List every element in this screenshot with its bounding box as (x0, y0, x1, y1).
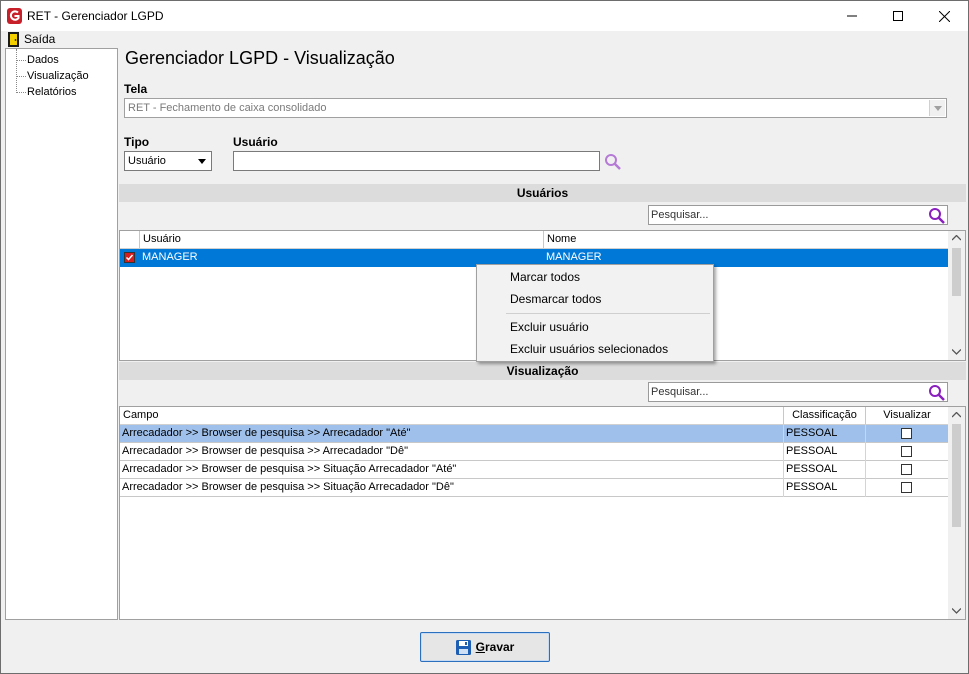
cell-classificacao: PESSOAL (784, 479, 866, 497)
checkmark-icon (125, 253, 134, 262)
visualizacao-scrollbar[interactable] (948, 407, 965, 619)
maximize-button[interactable] (875, 1, 921, 31)
menu-exit[interactable]: Saída (3, 31, 56, 48)
tree-item-label: Visualização (27, 70, 89, 82)
menu-item-marcar-todos[interactable]: Marcar todos (478, 266, 712, 288)
table-row[interactable]: Arrecadador >> Browser de pesquisa >> Si… (120, 479, 948, 497)
scroll-down-icon[interactable] (952, 349, 961, 355)
scroll-up-icon[interactable] (952, 412, 961, 418)
menu-item-excluir-usuario[interactable]: Excluir usuário (478, 316, 712, 338)
navigation-tree: Dados Visualização Relatórios (5, 48, 118, 620)
cell-classificacao: PESSOAL (784, 443, 866, 461)
usuarios-scrollbar[interactable] (948, 231, 965, 360)
tela-select-value: RET - Fechamento de caixa consolidado (128, 102, 327, 114)
tree-item-dados[interactable]: Dados (6, 52, 116, 68)
table-row[interactable]: Arrecadador >> Browser de pesquisa >> Ar… (120, 443, 948, 461)
visualizar-checkbox[interactable] (901, 482, 912, 493)
visualizacao-table-header: Campo Classificação Visualizar (120, 407, 948, 425)
usuarios-section-header: Usuários (119, 184, 966, 202)
tipo-label: Tipo (124, 135, 150, 149)
tree-item-label: Dados (27, 54, 59, 66)
save-button-label: Gravar (475, 640, 515, 654)
page-title: Gerenciador LGPD - Visualização (125, 48, 395, 68)
visualizar-checkbox[interactable] (901, 464, 912, 475)
cell-visualizar (866, 443, 948, 461)
chevron-down-icon (933, 105, 942, 111)
menu-bar: Saída (1, 31, 968, 48)
table-row[interactable]: Arrecadador >> Browser de pesquisa >> Ar… (120, 425, 948, 443)
table-row[interactable]: Arrecadador >> Browser de pesquisa >> Si… (120, 461, 948, 479)
scroll-thumb[interactable] (952, 424, 961, 527)
app-g-icon (7, 8, 22, 24)
visualizacao-table: Campo Classificação Visualizar Arrecadad… (119, 406, 966, 620)
checkbox-column-header[interactable] (120, 231, 140, 248)
tree-item-relatorios[interactable]: Relatórios (6, 84, 116, 100)
visualizar-checkbox[interactable] (901, 446, 912, 457)
visualizacao-search-placeholder: Pesquisar... (651, 386, 709, 398)
search-icon[interactable] (928, 384, 946, 401)
exit-door-icon (8, 32, 19, 47)
window-title: RET - Gerenciador LGPD (27, 9, 164, 23)
column-header-visualizar[interactable]: Visualizar (866, 407, 948, 424)
minimize-button[interactable] (829, 1, 875, 31)
tipo-select-value: Usuário (128, 155, 166, 167)
column-header-campo[interactable]: Campo (120, 407, 784, 424)
tela-dropdown-button[interactable] (929, 100, 945, 116)
floppy-disk-icon (455, 639, 471, 655)
scroll-up-icon[interactable] (952, 235, 961, 241)
close-icon (938, 10, 950, 22)
usuarios-search-placeholder: Pesquisar... (651, 209, 709, 221)
cell-visualizar (866, 461, 948, 479)
maximize-icon (893, 11, 903, 21)
visualizacao-section-header: Visualização (119, 362, 966, 380)
menu-exit-label: Saída (24, 32, 56, 46)
tela-label: Tela (124, 82, 148, 96)
scroll-down-icon[interactable] (952, 608, 961, 614)
cell-visualizar (866, 479, 948, 497)
close-button[interactable] (921, 1, 967, 31)
cell-campo: Arrecadador >> Browser de pesquisa >> Ar… (120, 443, 784, 461)
usuario-label: Usuário (233, 135, 278, 149)
column-header-classificacao[interactable]: Classificação (784, 407, 866, 424)
usuario-input[interactable] (233, 151, 600, 171)
minimize-icon (847, 15, 857, 17)
visualizar-checkbox[interactable] (901, 428, 912, 439)
cell-campo: Arrecadador >> Browser de pesquisa >> Si… (120, 461, 784, 479)
row-checkbox[interactable] (124, 252, 135, 263)
visualizacao-search-input[interactable]: Pesquisar... (648, 382, 948, 402)
cell-classificacao: PESSOAL (784, 425, 866, 443)
row-checkbox-cell[interactable] (120, 249, 140, 267)
usuarios-search-input[interactable]: Pesquisar... (648, 205, 948, 225)
usuarios-table-header: Usuário Nome (120, 231, 948, 249)
tree-branch (16, 76, 26, 77)
tree-branch (16, 60, 26, 61)
tree-item-visualizacao[interactable]: Visualização (6, 68, 116, 84)
column-header-usuario[interactable]: Usuário (140, 231, 544, 248)
cell-campo: Arrecadador >> Browser de pesquisa >> Si… (120, 479, 784, 497)
scroll-thumb[interactable] (952, 248, 961, 296)
main-window: RET - Gerenciador LGPD Saída Dados Visua… (0, 0, 969, 674)
cell-visualizar (866, 425, 948, 443)
cell-campo: Arrecadador >> Browser de pesquisa >> Ar… (120, 425, 784, 443)
search-icon[interactable] (928, 207, 946, 224)
menu-separator (506, 313, 710, 314)
usuario-search-icon[interactable] (604, 153, 622, 170)
tipo-dropdown-button[interactable] (194, 153, 210, 169)
column-header-nome[interactable]: Nome (544, 231, 948, 248)
tipo-select[interactable]: Usuário (124, 151, 212, 171)
title-bar[interactable]: RET - Gerenciador LGPD (1, 1, 968, 31)
tree-item-label: Relatórios (27, 86, 77, 98)
save-button[interactable]: Gravar (420, 632, 550, 662)
cell-classificacao: PESSOAL (784, 461, 866, 479)
menu-item-excluir-selecionados[interactable]: Excluir usuários selecionados (478, 338, 712, 360)
tela-select[interactable]: RET - Fechamento de caixa consolidado (124, 98, 947, 118)
menu-item-desmarcar-todos[interactable]: Desmarcar todos (478, 288, 712, 310)
tree-branch (16, 92, 26, 93)
chevron-down-icon (198, 158, 206, 164)
context-menu: Marcar todos Desmarcar todos Excluir usu… (476, 264, 714, 362)
